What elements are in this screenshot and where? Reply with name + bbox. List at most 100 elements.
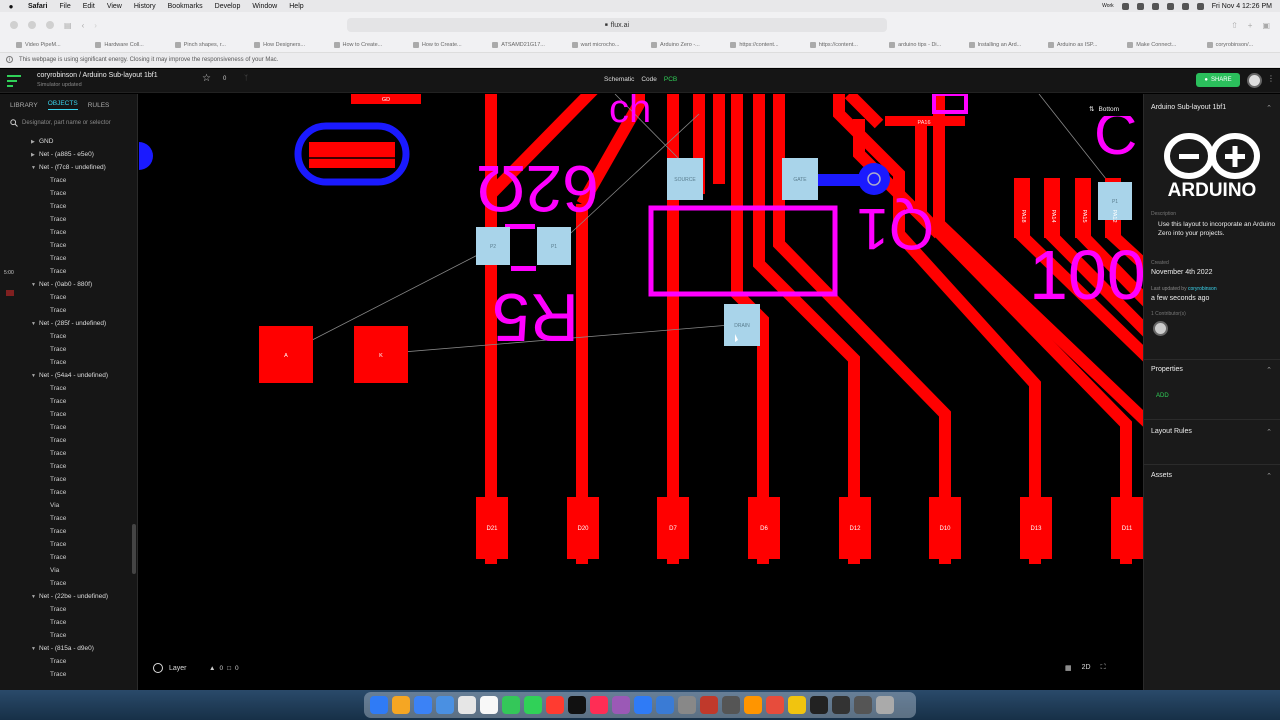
tree-trace-item[interactable]: Trace <box>0 551 137 564</box>
share-icon[interactable]: ⇧ <box>1231 21 1238 30</box>
trash-icon[interactable] <box>876 696 894 714</box>
tree-trace-item[interactable]: Trace <box>0 655 137 668</box>
settings-icon[interactable] <box>678 696 696 714</box>
tree-net-item[interactable]: ▶ GND <box>0 135 137 148</box>
tree-trace-item[interactable]: Trace <box>0 447 137 460</box>
project-title[interactable]: coryrobinson / Arduino Sub-layout 1bf1 <box>37 72 158 79</box>
tree-trace-item[interactable]: Trace <box>0 330 137 343</box>
menu-app[interactable]: Safari <box>22 3 53 10</box>
tree-trace-item[interactable]: Trace <box>0 395 137 408</box>
tree-trace-item[interactable]: Trace <box>0 343 137 356</box>
tree-trace-item[interactable]: Trace <box>0 486 137 499</box>
layer-button[interactable]: Layer <box>153 663 187 673</box>
star-icon[interactable]: ☆ <box>202 73 211 84</box>
add-property-button[interactable]: ADD <box>1156 393 1169 399</box>
wifi-icon[interactable] <box>1166 2 1174 10</box>
fork-icon[interactable]: ᛉ <box>244 75 248 82</box>
tree-trace-item[interactable]: Trace <box>0 252 137 265</box>
tab-pcb[interactable]: PCB <box>664 76 677 83</box>
back-icon[interactable]: ‹ <box>82 21 85 30</box>
reminders-icon[interactable] <box>480 696 498 714</box>
panel-scrollbar[interactable] <box>132 524 136 574</box>
browser-tab[interactable]: Arduino Zero -... <box>641 39 718 51</box>
tab-objects[interactable]: OBJECTS <box>47 100 78 110</box>
more-menu-icon[interactable]: ⋮ <box>1267 74 1275 83</box>
updated-by[interactable]: coryrobinson <box>1188 286 1217 292</box>
properties-section[interactable]: Properties <box>1151 366 1277 373</box>
tab-library[interactable]: LIBRARY <box>10 102 38 109</box>
chevron-up-icon[interactable]: ⌃ <box>1266 104 1272 112</box>
illustrator-icon[interactable] <box>744 696 762 714</box>
browser-tab[interactable]: Hardware Coll... <box>85 39 162 51</box>
record-icon[interactable] <box>1121 2 1129 10</box>
layout-rules-section[interactable]: Layout Rules <box>1151 428 1277 435</box>
tree-trace-item[interactable]: Via <box>0 499 137 512</box>
grid-icon[interactable]: ▦ <box>1065 664 1072 672</box>
music-icon[interactable] <box>546 696 564 714</box>
tree-trace-item[interactable]: Trace <box>0 460 137 473</box>
browser-tab[interactable]: coryrobinson/... <box>1197 39 1274 51</box>
apple-icon[interactable]: ● <box>0 2 22 11</box>
tree-net-item[interactable]: ▼ Net - (815a - d9e0) <box>0 642 137 655</box>
tree-net-item[interactable]: ▼ Net - (f7c8 - undefined) <box>0 161 137 174</box>
tab-overview-icon[interactable]: ▣ <box>1262 21 1270 30</box>
assets-chevron-icon[interactable]: ⌃ <box>1266 472 1272 480</box>
podcasts-icon[interactable] <box>590 696 608 714</box>
browser-tab[interactable]: How to Create... <box>324 39 401 51</box>
tree-trace-item[interactable]: Trace <box>0 616 137 629</box>
minimize-window-icon[interactable] <box>28 21 36 29</box>
user-avatar[interactable] <box>1247 73 1262 88</box>
tree-net-item[interactable]: ▼ Net - (22be - undefined) <box>0 590 137 603</box>
screen-recorder-icon[interactable] <box>810 696 828 714</box>
view-mode-toggle[interactable]: 2D <box>1082 664 1091 672</box>
downloads-icon[interactable] <box>854 696 872 714</box>
launchpad-icon[interactable] <box>392 696 410 714</box>
battery-icon[interactable] <box>1151 2 1159 10</box>
tab-schematic[interactable]: Schematic <box>604 76 634 83</box>
browser-tab[interactable]: How Designers... <box>244 39 321 51</box>
tree-trace-item[interactable]: Trace <box>0 473 137 486</box>
tree-trace-item[interactable]: Trace <box>0 291 137 304</box>
clock[interactable]: Fri Nov 4 12:26 PM <box>1212 3 1272 10</box>
xcode-icon[interactable] <box>612 696 630 714</box>
figma-icon[interactable] <box>700 696 718 714</box>
pcb-canvas[interactable]: R5 62Ω Q1 100 C ch SOURCE GATE DRAIN P2 … <box>139 94 1143 690</box>
tree-trace-item[interactable]: Trace <box>0 304 137 317</box>
tree-net-item[interactable]: ▼ Net - (285f - undefined) <box>0 317 137 330</box>
browser-tab[interactable]: wart microcho... <box>562 39 639 51</box>
browser-tab[interactable]: arduino tips - Di... <box>879 39 956 51</box>
caret-down-icon[interactable]: ▼ <box>31 165 39 171</box>
slack-icon[interactable] <box>788 696 806 714</box>
tree-trace-item[interactable]: Trace <box>0 213 137 226</box>
messages-icon[interactable] <box>502 696 520 714</box>
tree-trace-item[interactable]: Trace <box>0 265 137 278</box>
caret-down-icon[interactable]: ▼ <box>31 321 39 327</box>
sidebar-toggle-icon[interactable]: ▤ <box>64 21 72 30</box>
fullscreen-icon[interactable]: ⛶ <box>1101 664 1106 672</box>
tree-trace-item[interactable]: Trace <box>0 629 137 642</box>
tree-trace-item[interactable]: Trace <box>0 512 137 525</box>
caret-down-icon[interactable]: ▼ <box>31 282 39 288</box>
new-tab-icon[interactable]: + <box>1248 21 1253 30</box>
browser-tab[interactable]: ATSAMD21G17... <box>482 39 559 51</box>
chrome-icon[interactable] <box>766 696 784 714</box>
address-bar[interactable]: ■ flux.ai <box>346 18 887 32</box>
menu-history[interactable]: History <box>128 3 162 10</box>
control-center-icon[interactable] <box>1196 2 1204 10</box>
share-button[interactable]: ● SHARE <box>1196 73 1240 87</box>
tree-trace-item[interactable]: Trace <box>0 603 137 616</box>
menu-file[interactable]: File <box>53 3 76 10</box>
safari-icon[interactable] <box>634 696 652 714</box>
tree-trace-item[interactable]: Via <box>0 564 137 577</box>
layer-side-toggle[interactable]: ⇅ Bottom <box>1083 102 1137 116</box>
notes-icon[interactable] <box>832 696 850 714</box>
tree-net-item[interactable]: ▶ Net - (a885 - e5e0) <box>0 148 137 161</box>
preview-icon[interactable] <box>656 696 674 714</box>
caret-right-icon[interactable]: ▶ <box>31 152 39 158</box>
layout-rules-chevron-icon[interactable]: ⌃ <box>1266 428 1272 436</box>
tree-net-item[interactable]: ▼ Net - (0ab0 - 880f) <box>0 278 137 291</box>
browser-tab[interactable]: Pinch shapes, r... <box>165 39 242 51</box>
tree-trace-item[interactable]: Trace <box>0 239 137 252</box>
tree-trace-item[interactable]: Trace <box>0 200 137 213</box>
menu-bookmarks[interactable]: Bookmarks <box>162 3 209 10</box>
